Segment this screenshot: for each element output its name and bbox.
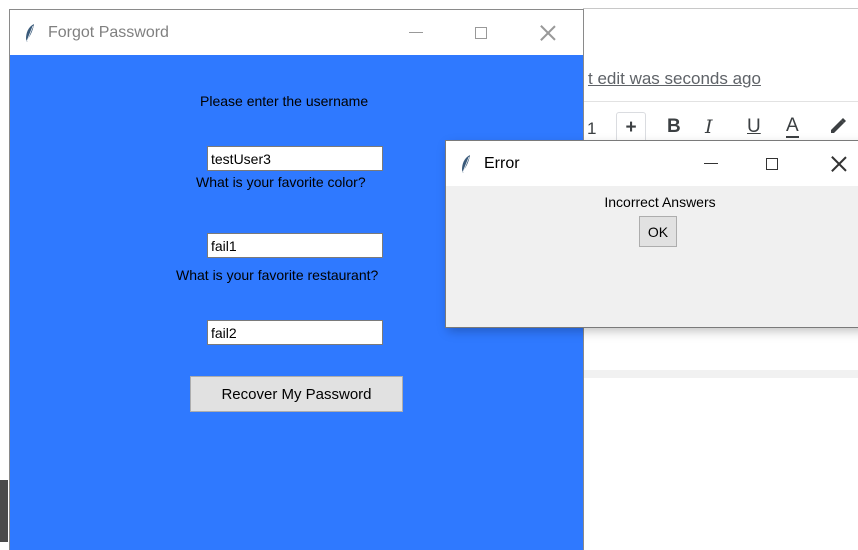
editor-top-border bbox=[583, 8, 858, 9]
editor-separator bbox=[583, 370, 858, 378]
feather-icon bbox=[24, 23, 36, 43]
bold-button[interactable]: B bbox=[667, 116, 681, 138]
minimize-icon bbox=[409, 32, 423, 33]
increase-font-size-button[interactable]: + bbox=[616, 112, 646, 144]
restaurant-answer-input[interactable] bbox=[207, 320, 383, 345]
maximize-icon bbox=[475, 26, 487, 39]
close-icon bbox=[831, 156, 847, 172]
minimize-button[interactable] bbox=[393, 10, 439, 55]
feather-icon bbox=[460, 154, 472, 174]
maximize-icon bbox=[766, 157, 778, 170]
minimize-button[interactable] bbox=[688, 141, 734, 186]
underline-button[interactable]: U bbox=[747, 116, 761, 138]
text-color-button[interactable]: A bbox=[786, 116, 799, 138]
username-input[interactable] bbox=[207, 146, 383, 171]
window-title: Forgot Password bbox=[48, 23, 169, 41]
close-icon bbox=[540, 25, 556, 41]
close-button[interactable] bbox=[525, 10, 571, 55]
error-titlebar[interactable]: Error bbox=[446, 141, 858, 186]
username-prompt: Please enter the username bbox=[200, 93, 369, 109]
error-dialog-body: Incorrect Answers OK bbox=[446, 186, 858, 327]
last-edit-link[interactable]: t edit was seconds ago bbox=[588, 69, 761, 89]
font-size-value[interactable]: 1 bbox=[587, 119, 596, 139]
color-answer-input[interactable] bbox=[207, 233, 383, 258]
highlight-pen-icon[interactable] bbox=[828, 116, 848, 142]
error-dialog: Error Incorrect Answers OK bbox=[446, 141, 858, 327]
forgot-password-titlebar[interactable]: Forgot Password bbox=[10, 10, 583, 55]
color-question-label: What is your favorite color? bbox=[196, 174, 366, 190]
background-window-edge bbox=[0, 480, 8, 542]
italic-button[interactable]: I bbox=[705, 116, 713, 138]
error-message: Incorrect Answers bbox=[604, 194, 716, 210]
maximize-button[interactable] bbox=[749, 141, 795, 186]
restaurant-question-label: What is your favorite restaurant? bbox=[176, 267, 379, 283]
dialog-title: Error bbox=[484, 154, 520, 172]
minimize-icon bbox=[704, 163, 718, 164]
ok-button[interactable]: OK bbox=[639, 216, 677, 247]
close-button[interactable] bbox=[816, 141, 858, 186]
recover-password-button[interactable]: Recover My Password bbox=[190, 376, 403, 412]
toolbar-divider bbox=[583, 101, 858, 102]
maximize-button[interactable] bbox=[458, 10, 504, 55]
